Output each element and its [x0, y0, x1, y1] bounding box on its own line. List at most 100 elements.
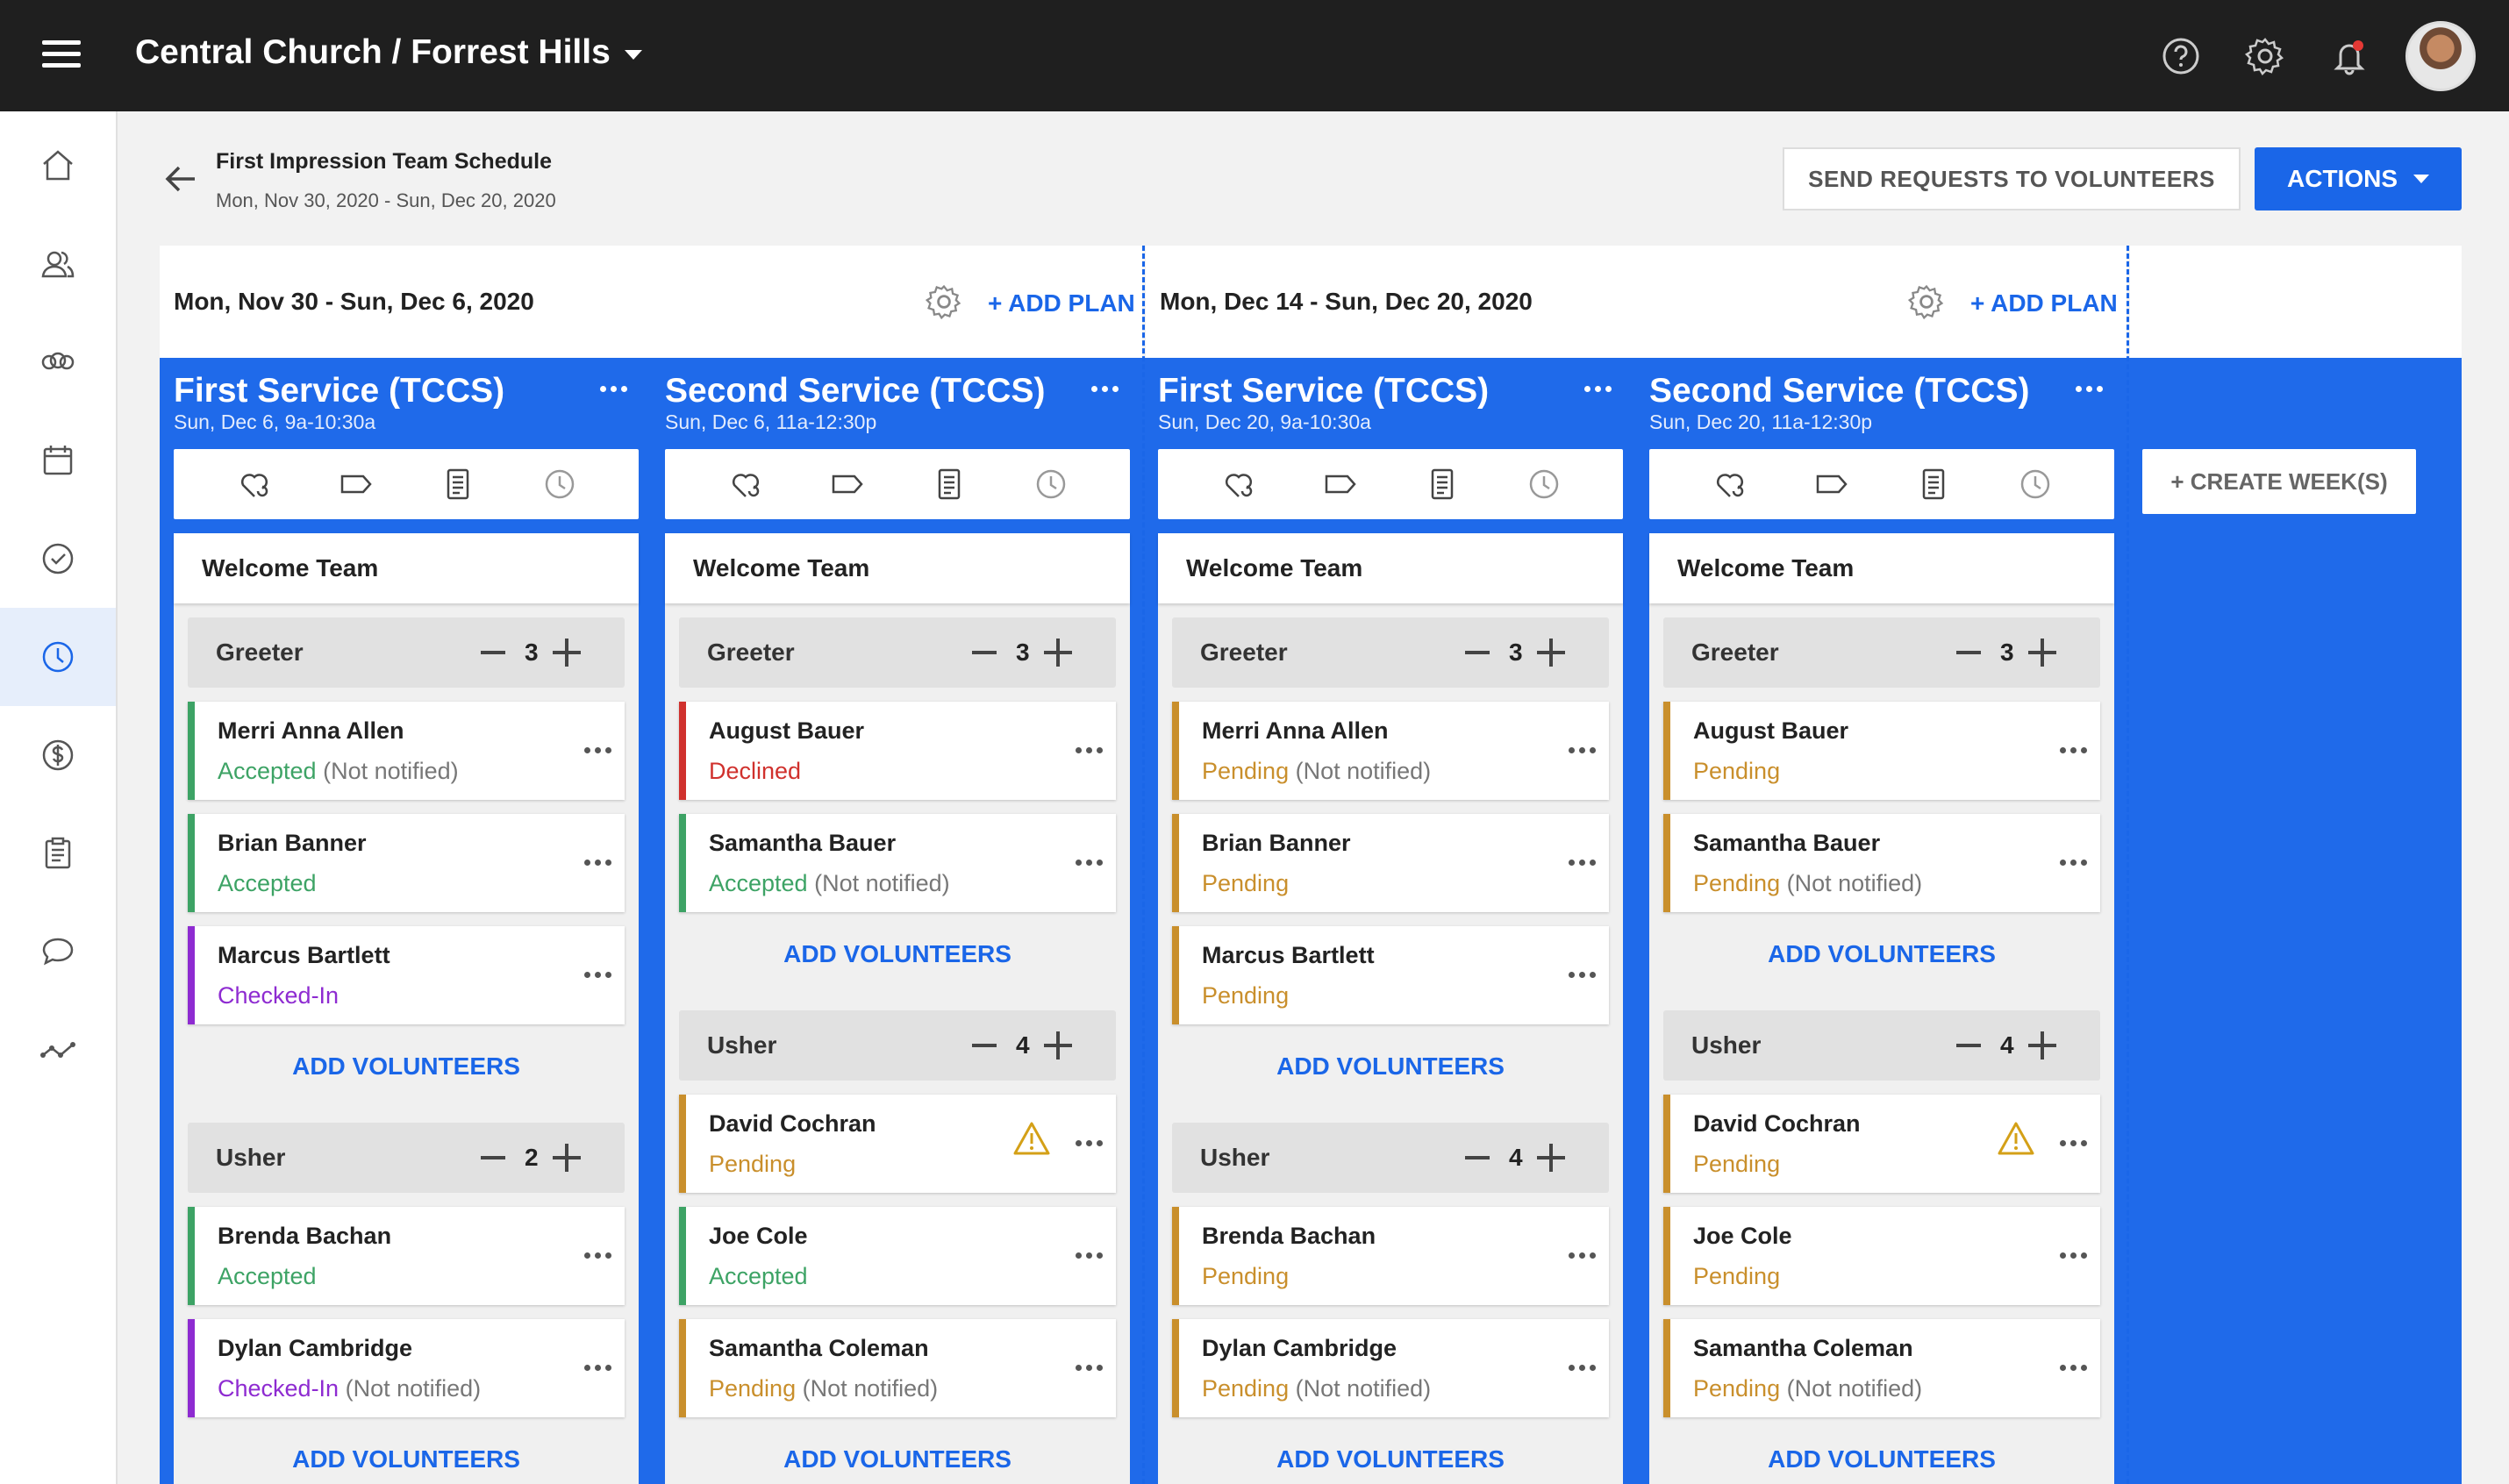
more-options-icon[interactable]	[2076, 386, 2111, 396]
more-options-icon[interactable]	[1569, 1365, 1596, 1371]
volunteer-card[interactable]: Brenda Bachan Accepted	[188, 1207, 625, 1305]
send-requests-button[interactable]: SEND REQUESTS TO VOLUNTEERS	[1783, 147, 2241, 210]
document-icon[interactable]	[930, 465, 969, 503]
volunteer-card[interactable]: Marcus Bartlett Pending	[1172, 926, 1609, 1024]
more-options-icon[interactable]	[2060, 860, 2087, 866]
sidebar-item-scheduling[interactable]	[0, 608, 116, 706]
add-volunteers-link[interactable]: ADD VOLUNTEERS	[1158, 1445, 1623, 1473]
team-title[interactable]: Welcome Team	[1649, 533, 2114, 603]
more-options-icon[interactable]	[2060, 1365, 2087, 1371]
gear-icon[interactable]	[1907, 282, 1946, 321]
create-weeks-button[interactable]: + CREATE WEEK(S)	[2142, 449, 2416, 514]
gear-icon[interactable]	[925, 282, 963, 321]
sidebar-item-people[interactable]	[0, 215, 116, 313]
volunteer-card[interactable]: Samantha Coleman Pending (Not notified)	[679, 1319, 1116, 1417]
volunteer-card[interactable]: Joe Cole Pending	[1663, 1207, 2100, 1305]
service-title[interactable]: Second Service (TCCS)	[1649, 372, 2029, 410]
decrement-button[interactable]	[972, 1044, 997, 1047]
volunteer-card[interactable]: August Bauer Pending	[1663, 702, 2100, 800]
tag-icon[interactable]	[1812, 465, 1851, 503]
more-options-icon[interactable]	[1076, 747, 1103, 753]
increment-button[interactable]	[2028, 1031, 2056, 1059]
avatar[interactable]	[2405, 21, 2476, 91]
sidebar-item-home[interactable]	[0, 117, 116, 215]
more-options-icon[interactable]	[1569, 972, 1596, 978]
gear-icon[interactable]	[2244, 35, 2286, 77]
sidebar-item-insights[interactable]	[0, 1001, 116, 1099]
increment-button[interactable]	[2028, 639, 2056, 667]
clock-icon[interactable]	[540, 465, 579, 503]
decrement-button[interactable]	[1465, 651, 1490, 654]
more-options-icon[interactable]	[2060, 747, 2087, 753]
document-icon[interactable]	[439, 465, 477, 503]
volunteer-card[interactable]: August Bauer Declined	[679, 702, 1116, 800]
more-options-icon[interactable]	[1569, 860, 1596, 866]
decrement-button[interactable]	[1956, 651, 1981, 654]
volunteer-card[interactable]: Joe Cole Accepted	[679, 1207, 1116, 1305]
help-icon[interactable]	[2160, 35, 2202, 77]
tag-icon[interactable]	[1321, 465, 1360, 503]
volunteer-card[interactable]: Merri Anna Allen Accepted (Not notified)	[188, 702, 625, 800]
more-options-icon[interactable]	[1091, 386, 1126, 396]
heart-refresh-icon[interactable]	[1711, 465, 1749, 503]
add-volunteers-link[interactable]: ADD VOLUNTEERS	[174, 1052, 639, 1081]
add-volunteers-link[interactable]: ADD VOLUNTEERS	[665, 1445, 1130, 1473]
more-options-icon[interactable]	[1569, 1252, 1596, 1259]
volunteer-card[interactable]: Brian Banner Accepted	[188, 814, 625, 912]
more-options-icon[interactable]	[600, 386, 635, 396]
more-options-icon[interactable]	[584, 1252, 611, 1259]
volunteer-card[interactable]: Samantha Bauer Accepted (Not notified)	[679, 814, 1116, 912]
more-options-icon[interactable]	[1076, 1252, 1103, 1259]
more-options-icon[interactable]	[2060, 1252, 2087, 1259]
service-title[interactable]: First Service (TCCS)	[1158, 372, 1489, 410]
decrement-button[interactable]	[1465, 1156, 1490, 1159]
heart-refresh-icon[interactable]	[726, 465, 765, 503]
clock-icon[interactable]	[1032, 465, 1070, 503]
add-plan-link[interactable]: + ADD PLAN	[1970, 289, 2118, 317]
increment-button[interactable]	[553, 1144, 581, 1172]
add-volunteers-link[interactable]: ADD VOLUNTEERS	[1649, 940, 2114, 968]
add-volunteers-link[interactable]: ADD VOLUNTEERS	[1649, 1445, 2114, 1473]
increment-button[interactable]	[1044, 639, 1072, 667]
tag-icon[interactable]	[337, 465, 375, 503]
heart-refresh-icon[interactable]	[1219, 465, 1258, 503]
actions-button[interactable]: ACTIONS	[2255, 147, 2462, 210]
volunteer-card[interactable]: Dylan Cambridge Checked-In (Not notified)	[188, 1319, 625, 1417]
volunteer-card[interactable]: David Cochran Pending	[1663, 1095, 2100, 1193]
more-options-icon[interactable]	[584, 860, 611, 866]
more-options-icon[interactable]	[2060, 1140, 2087, 1146]
increment-button[interactable]	[553, 639, 581, 667]
increment-button[interactable]	[1537, 1144, 1565, 1172]
volunteer-card[interactable]: Samantha Bauer Pending (Not notified)	[1663, 814, 2100, 912]
volunteer-card[interactable]: Dylan Cambridge Pending (Not notified)	[1172, 1319, 1609, 1417]
back-arrow-icon[interactable]	[163, 163, 198, 195]
decrement-button[interactable]	[481, 1156, 505, 1159]
more-options-icon[interactable]	[1076, 1140, 1103, 1146]
decrement-button[interactable]	[1956, 1044, 1981, 1047]
more-options-icon[interactable]	[1584, 386, 1619, 396]
document-icon[interactable]	[1423, 465, 1462, 503]
sidebar-item-messages[interactable]	[0, 903, 116, 1001]
warning-icon[interactable]	[1012, 1121, 1051, 1156]
document-icon[interactable]	[1914, 465, 1953, 503]
volunteer-card[interactable]: Marcus Bartlett Checked-In	[188, 926, 625, 1024]
volunteer-card[interactable]: Samantha Coleman Pending (Not notified)	[1663, 1319, 2100, 1417]
more-options-icon[interactable]	[1569, 747, 1596, 753]
volunteer-card[interactable]: Brian Banner Pending	[1172, 814, 1609, 912]
decrement-button[interactable]	[972, 651, 997, 654]
more-options-icon[interactable]	[1076, 860, 1103, 866]
volunteer-card[interactable]: David Cochran Pending	[679, 1095, 1116, 1193]
increment-button[interactable]	[1537, 639, 1565, 667]
sidebar-item-checkin[interactable]	[0, 510, 116, 608]
more-options-icon[interactable]	[584, 1365, 611, 1371]
decrement-button[interactable]	[481, 651, 505, 654]
team-title[interactable]: Welcome Team	[665, 533, 1130, 603]
warning-icon[interactable]	[1997, 1121, 2035, 1156]
notification-bell-icon[interactable]	[2328, 35, 2370, 77]
sidebar-item-forms[interactable]	[0, 804, 116, 903]
service-title[interactable]: First Service (TCCS)	[174, 372, 504, 410]
more-options-icon[interactable]	[584, 747, 611, 753]
add-volunteers-link[interactable]: ADD VOLUNTEERS	[665, 940, 1130, 968]
add-volunteers-link[interactable]: ADD VOLUNTEERS	[174, 1445, 639, 1473]
tag-icon[interactable]	[828, 465, 867, 503]
